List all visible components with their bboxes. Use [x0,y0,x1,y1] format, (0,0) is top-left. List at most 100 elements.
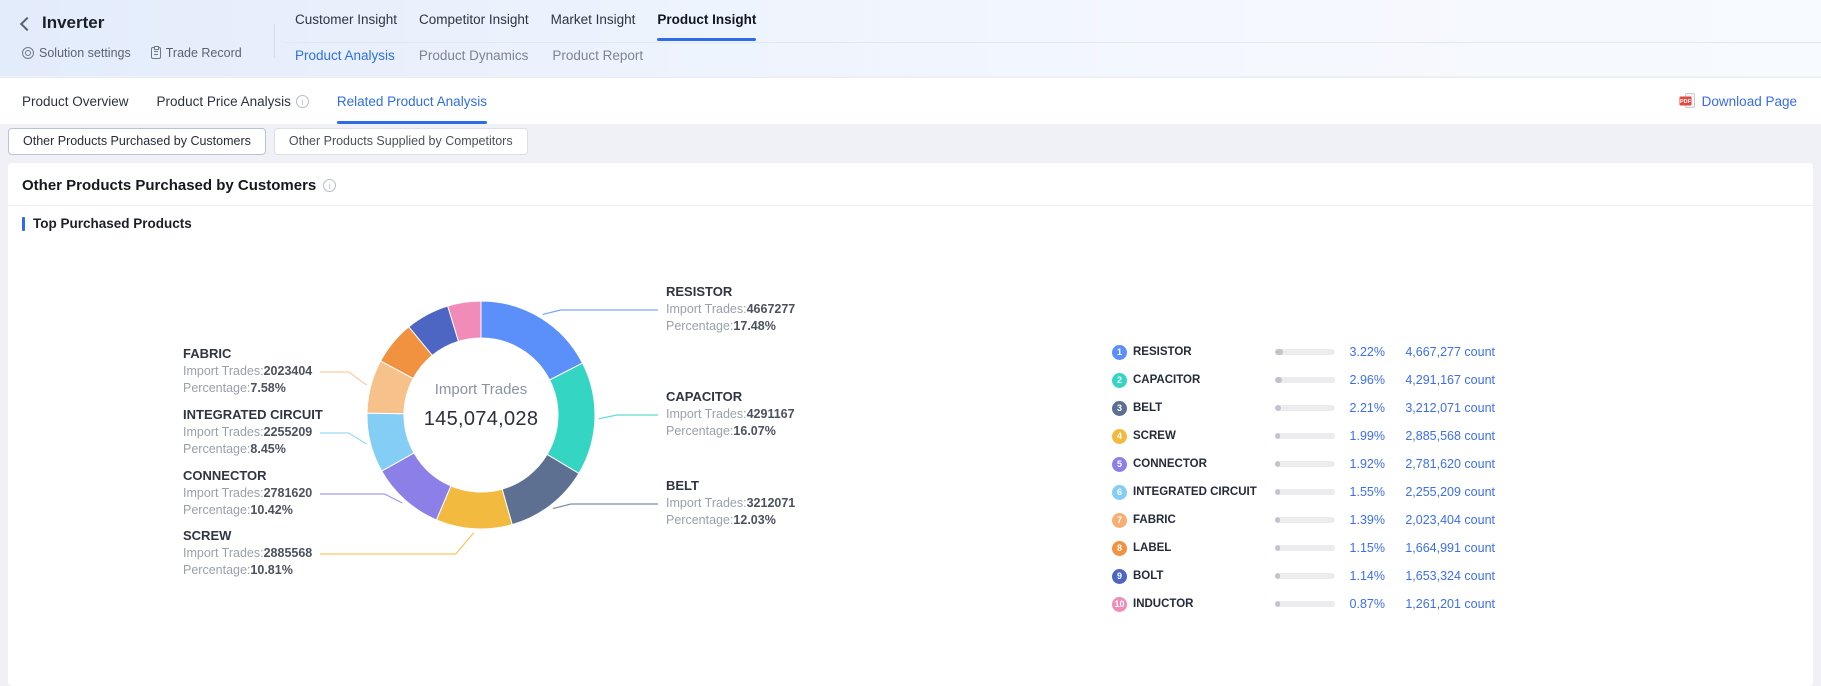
svg-text:PDF: PDF [1680,99,1692,105]
ranking-product-name: LABEL [1133,542,1275,554]
callout-percentage: Percentage:10.81% [183,562,343,579]
tab-competitor-insight[interactable]: Competitor Insight [419,10,529,29]
tabs-divider [285,42,1821,43]
panel-info-icon[interactable] [323,179,336,192]
ranking-product-name: CAPACITOR [1133,374,1275,386]
info-icon[interactable] [296,95,309,108]
ranking-count: 2,885,568 count [1385,429,1495,443]
section-title: Top Purchased Products [33,216,192,231]
ranking-row-integrated-circuit[interactable]: 6INTEGRATED CIRCUIT1.55%2,255,209 count [1112,478,1495,506]
tab-product-report[interactable]: Product Report [552,48,643,63]
toggle-purchased-by-customers[interactable]: Other Products Purchased by Customers [8,128,266,155]
ranking-row-belt[interactable]: 3 BELT 2.21%3,212,071 count [1112,394,1495,422]
callout-percentage: Percentage:8.45% [183,441,343,458]
callout-screw: SCREWImport Trades:2885568Percentage:10.… [183,527,343,579]
ranking-product-name: FABRIC [1133,514,1275,526]
callout-import-trades: Import Trades:2255209 [183,424,343,441]
callout-percentage: Percentage:17.48% [666,318,826,335]
ranking-row-label[interactable]: 8LABEL1.15%1,664,991 count [1112,534,1495,562]
rank-badge: 3 [1112,401,1127,416]
ranking-row-screw[interactable]: 4SCREW1.99%2,885,568 count [1112,422,1495,450]
ranking-row-inductor[interactable]: 10INDUCTOR0.87%1,261,201 count [1112,590,1495,618]
product-price-analysis-label: Product Price Analysis [157,94,291,109]
callout-integrated-circuit: INTEGRATED CIRCUITImport Trades:2255209P… [183,406,343,458]
ranking-product-name: INDUCTOR [1133,598,1275,610]
callout-import-trades: Import Trades:2023404 [183,363,343,380]
rank-badge: 6 [1112,485,1127,500]
callout-fabric: FABRICImport Trades:2023404Percentage:7.… [183,345,343,397]
panel-title: Other Products Purchased by Customers [22,177,316,194]
leader-line-capacitor [599,415,658,419]
ranking-row-capacitor[interactable]: 2CAPACITOR2.96%4,291,167 count [1112,366,1495,394]
ranking-row-connector[interactable]: 5CONNECTOR1.92%2,781,620 count [1112,450,1495,478]
ranking-percentage: 2.96% [1335,373,1385,387]
ranking-progress-bar [1275,489,1335,495]
page-header: Inverter Solution settings Trade Record … [0,0,1821,76]
ranking-row-bolt[interactable]: 9BOLT1.14%1,653,324 count [1112,562,1495,590]
callout-product-name: BELT [666,477,826,495]
ranking-percentage: 3.22% [1335,345,1385,359]
rank-badge: 9 [1112,569,1127,584]
tab-product-insight[interactable]: Product Insight [657,10,756,29]
ranking-percentage: 1.39% [1335,513,1385,527]
tab-product-overview[interactable]: Product Overview [22,94,129,109]
ranking-count: 3,212,071 count [1385,401,1495,415]
ranking-count: 1,664,991 count [1385,541,1495,555]
trade-record-link[interactable]: Trade Record [151,46,242,60]
ranking-progress-bar [1275,433,1335,439]
clipboard-icon [151,47,161,59]
ranking-percentage: 1.99% [1335,429,1385,443]
ranking-progress-bar [1275,349,1335,355]
ranking-progress-bar [1275,517,1335,523]
donut-chart-area: Import Trades 145,074,028 1RESISTOR3.22%… [8,253,1813,673]
callout-connector: CONNECTORImport Trades:2781620Percentage… [183,467,343,519]
view-toggle-group: Other Products Purchased by Customers Ot… [8,128,528,155]
donut-center-label: Import Trades [371,381,591,398]
product-overview-label: Product Overview [22,94,129,109]
ranking-percentage: 0.87% [1335,597,1385,611]
leader-line-resistor [543,310,658,314]
ranking-count: 2,255,209 count [1385,485,1495,499]
tab-product-price-analysis[interactable]: Product Price Analysis [157,94,309,109]
back-icon[interactable] [20,16,34,30]
ranking-product-name: BOLT [1133,570,1275,582]
ranking-row-fabric[interactable]: 7FABRIC1.39%2,023,404 count [1112,506,1495,534]
main-panel: Other Products Purchased by Customers To… [8,163,1813,686]
tab-product-dynamics[interactable]: Product Dynamics [419,48,529,63]
product-sub-tabs: Product Analysis Product Dynamics Produc… [295,48,643,63]
download-page-button[interactable]: PDF Download Page [1679,78,1797,124]
panel-divider [8,205,1813,206]
callout-capacitor: CAPACITORImport Trades:4291167Percentage… [666,388,826,440]
callout-product-name: FABRIC [183,345,343,363]
callout-import-trades: Import Trades:2885568 [183,545,343,562]
ranking-progress-bar [1275,601,1335,607]
ranking-count: 2,781,620 count [1385,457,1495,471]
leader-line-screw [320,533,474,554]
related-product-analysis-label: Related Product Analysis [337,94,487,109]
tab-customer-insight[interactable]: Customer Insight [295,10,397,29]
ranking-count: 1,261,201 count [1385,597,1495,611]
solution-settings-label: Solution settings [39,46,131,60]
ranking-progress-bar [1275,377,1335,383]
ranking-product-name: SCREW [1133,430,1275,442]
insight-tabs: Customer Insight Competitor Insight Mark… [295,10,756,29]
tab-market-insight[interactable]: Market Insight [551,10,636,29]
ranking-percentage: 2.21% [1335,401,1385,415]
donut-center-value: 145,074,028 [371,408,591,431]
donut-segment-resistor[interactable] [481,301,583,380]
tab-product-analysis[interactable]: Product Analysis [295,48,395,63]
ranking-product-name: INTEGRATED CIRCUIT [1133,486,1275,498]
tab-related-product-analysis[interactable]: Related Product Analysis [337,94,487,109]
toggle-supplied-by-competitors[interactable]: Other Products Supplied by Competitors [274,128,528,155]
solution-settings-link[interactable]: Solution settings [22,46,131,60]
callout-product-name: CAPACITOR [666,388,826,406]
trade-record-label: Trade Record [166,46,242,60]
callout-product-name: CONNECTOR [183,467,343,485]
rank-badge: 8 [1112,541,1127,556]
callout-belt: BELTImport Trades:3212071Percentage:12.0… [666,477,826,529]
analysis-navbar: Product Overview Product Price Analysis … [0,77,1821,124]
ranking-row-resistor[interactable]: 1RESISTOR3.22%4,667,277 count [1112,338,1495,366]
app-root: Inverter Solution settings Trade Record … [0,0,1821,686]
ranking-product-name: BELT [1133,402,1275,414]
ranking-product-name: RESISTOR [1133,346,1275,358]
